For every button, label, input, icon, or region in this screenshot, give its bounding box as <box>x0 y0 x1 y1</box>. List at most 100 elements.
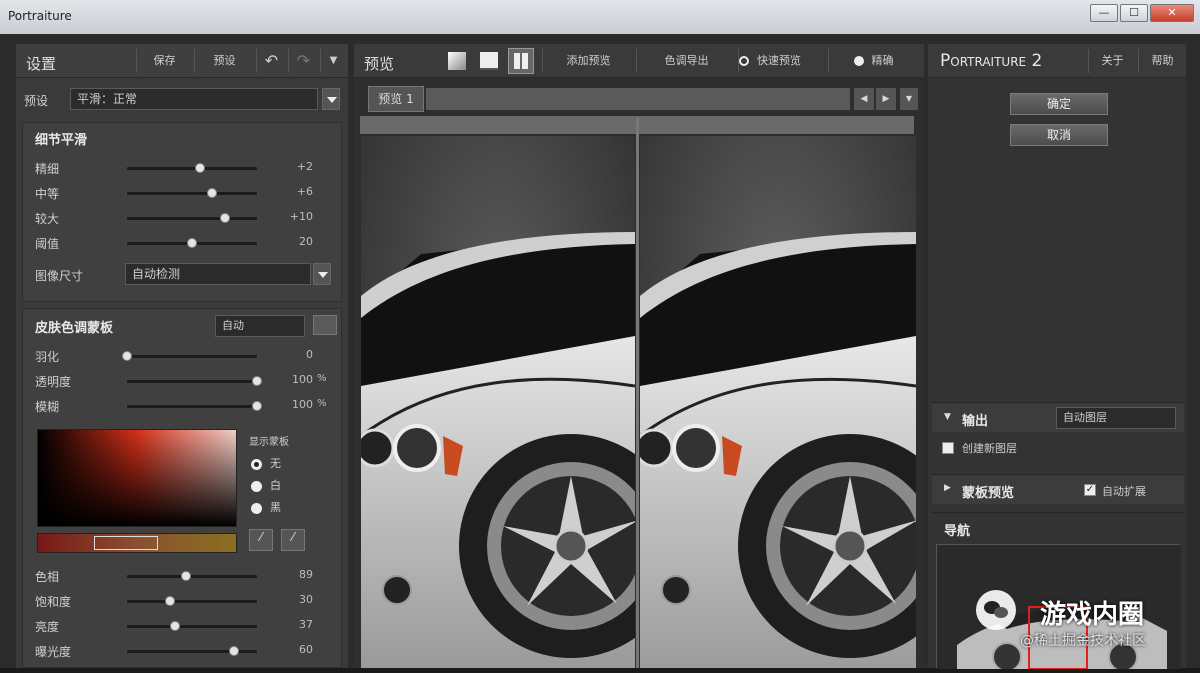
slider-row: 羽化 0 <box>23 345 343 367</box>
car-photo-after <box>640 136 916 668</box>
slider-thumb[interactable] <box>187 238 197 248</box>
slider-thumb[interactable] <box>170 621 181 631</box>
preview-header: 预览 添加预览 色调导出 快速预览 精确 <box>354 44 924 78</box>
slider-value: 0 <box>306 348 313 361</box>
slider-track[interactable] <box>127 163 257 173</box>
tab-strip <box>426 88 850 110</box>
slider-thumb[interactable] <box>122 351 132 361</box>
tone-export-button[interactable]: 色调导出 <box>636 49 736 73</box>
mask-option[interactable]: 无 <box>251 455 281 471</box>
slider-value: 89 <box>299 568 313 581</box>
minimize-button[interactable]: — <box>1090 4 1118 22</box>
hue-range-bar[interactable] <box>37 533 237 553</box>
next-tab-icon[interactable]: ▶ <box>876 88 896 110</box>
help-button[interactable]: 帮助 <box>1138 49 1186 73</box>
menu-chevron-icon[interactable]: ▼ <box>320 49 346 73</box>
slider-unit: % <box>317 373 327 384</box>
slider-track[interactable] <box>127 621 257 631</box>
new-layer-row: 创建新图层 <box>932 433 1184 463</box>
slider-track[interactable] <box>127 238 257 248</box>
color-picker-icon[interactable] <box>313 315 337 335</box>
slider-row: 饱和度 30 <box>23 590 343 612</box>
watermark-subtitle: @稀土掘金技术社区 <box>1020 633 1146 649</box>
hue-color-field[interactable] <box>37 429 237 527</box>
slider-row: 曝光度 60 <box>23 640 343 662</box>
radio-icon <box>251 458 262 470</box>
auto-expand-checkbox[interactable]: ✓ <box>1084 484 1096 496</box>
mask-option[interactable]: 黑 <box>251 499 281 515</box>
slider-value: +2 <box>296 160 313 173</box>
tab-menu-icon[interactable]: ▼ <box>900 88 918 110</box>
navigator-section: 导航 <box>932 512 1184 542</box>
slider-value: 37 <box>299 618 313 631</box>
undo-icon[interactable]: ↶ <box>256 49 286 73</box>
save-button[interactable]: 保存 <box>136 49 192 73</box>
preview-before-image[interactable] <box>361 136 635 668</box>
redo-icon[interactable]: ↷ <box>288 49 318 73</box>
slider-track[interactable] <box>127 596 257 606</box>
slider-label: 亮度 <box>35 620 60 634</box>
prev-tab-icon[interactable]: ◀ <box>854 88 874 110</box>
close-button[interactable]: ✕ <box>1150 4 1194 22</box>
ok-button[interactable]: 确定 <box>1010 93 1108 115</box>
slider-track[interactable] <box>127 213 257 223</box>
slider-track[interactable] <box>127 646 257 656</box>
radio-icon <box>251 502 262 514</box>
skin-mode-dropdown[interactable]: 自动 <box>215 315 305 337</box>
slider-thumb[interactable] <box>219 213 230 223</box>
mask-preview-expand-icon[interactable]: ▶ <box>944 483 951 493</box>
single-view-icon[interactable] <box>448 52 466 70</box>
eyedropper-icon[interactable]: ⁄ <box>249 529 273 551</box>
preset-dropdown-arrow-icon[interactable] <box>322 88 340 110</box>
tab-preview-1[interactable]: 预览 1 <box>368 86 424 112</box>
car-photo-before <box>361 136 635 668</box>
fast-preview-option[interactable]: 快速预览 <box>738 49 818 73</box>
slider-row: 阈值 20 <box>23 232 343 254</box>
slider-label: 透明度 <box>35 375 72 389</box>
image-size-dropdown[interactable]: 自动检测 <box>125 263 311 285</box>
slider-label: 羽化 <box>35 350 60 364</box>
preset-dropdown[interactable]: 平滑：正常 <box>70 88 318 110</box>
split-vertical-button[interactable] <box>508 48 534 74</box>
output-dropdown[interactable]: 自动图层 <box>1056 407 1176 429</box>
split-divider[interactable] <box>636 118 639 668</box>
brand-title: Portraiture 2 <box>940 51 1043 71</box>
skin-mask-title: 皮肤色调蒙板 <box>35 321 114 336</box>
detail-smoothing-title: 细节平滑 <box>35 133 88 148</box>
slider-thumb[interactable] <box>194 163 205 173</box>
slider-track[interactable] <box>127 401 262 411</box>
preset-button[interactable]: 预设 <box>194 49 254 73</box>
slider-label: 模糊 <box>35 400 60 414</box>
split-horizontal-icon[interactable] <box>480 52 498 70</box>
accurate-option[interactable]: 精确 <box>828 49 918 73</box>
slider-track[interactable] <box>122 351 257 361</box>
skin-mask-section: 皮肤色调蒙板 自动 羽化 0 透明度 100% 模糊 100% 显示蒙板 无白黑 ⁄ ⁄ … <box>22 308 342 668</box>
output-section[interactable]: ▼ 输出 自动图层 <box>932 402 1184 432</box>
slider-thumb[interactable] <box>164 596 175 606</box>
mask-preview-section[interactable]: ▶ 蒙板预览 ✓ 自动扩展 <box>932 474 1184 504</box>
slider-thumb[interactable] <box>206 188 217 198</box>
maximize-button[interactable]: ☐ <box>1120 4 1148 22</box>
slider-thumb[interactable] <box>252 401 262 411</box>
output-label: 输出 <box>962 414 989 429</box>
eyedropper-plus-icon[interactable]: ⁄ <box>281 529 305 551</box>
image-size-arrow-icon[interactable] <box>313 263 331 285</box>
about-button[interactable]: 关于 <box>1088 49 1136 73</box>
new-layer-checkbox[interactable] <box>942 442 954 454</box>
output-expand-icon[interactable]: ▼ <box>944 412 951 422</box>
slider-track[interactable] <box>127 188 257 198</box>
slider-thumb[interactable] <box>252 376 262 386</box>
slider-row: 精细 +2 <box>23 157 343 179</box>
mask-option[interactable]: 白 <box>251 477 281 493</box>
slider-thumb[interactable] <box>228 646 239 656</box>
slider-label: 色相 <box>35 570 60 584</box>
add-preview-button[interactable]: 添加预览 <box>542 49 634 73</box>
hue-range-handle[interactable] <box>94 536 158 550</box>
settings-title: 设置 <box>26 55 57 73</box>
slider-thumb[interactable] <box>180 571 191 581</box>
preview-after-image[interactable] <box>640 136 916 668</box>
cancel-button[interactable]: 取消 <box>1010 124 1108 146</box>
slider-track[interactable] <box>127 376 262 386</box>
accurate-radio-icon <box>853 56 864 66</box>
slider-track[interactable] <box>127 571 257 581</box>
